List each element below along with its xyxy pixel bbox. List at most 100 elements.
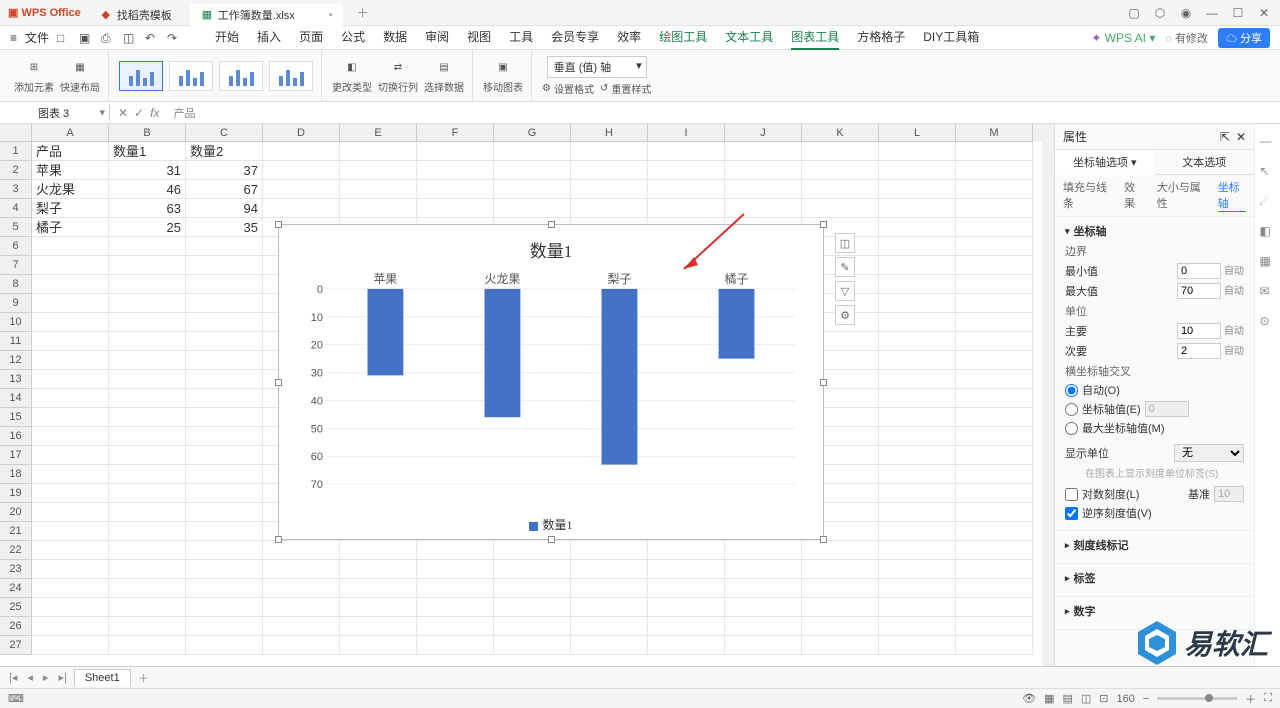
cell[interactable] bbox=[417, 560, 494, 579]
cell[interactable] bbox=[32, 351, 109, 370]
cell[interactable]: 火龙果 bbox=[32, 180, 109, 199]
cell[interactable]: 25 bbox=[109, 218, 186, 237]
cell[interactable] bbox=[648, 199, 725, 218]
check-log[interactable]: 对数刻度(L) 基准 bbox=[1065, 486, 1244, 502]
col-header[interactable]: M bbox=[956, 124, 1033, 142]
cell[interactable] bbox=[802, 560, 879, 579]
cell[interactable] bbox=[186, 370, 263, 389]
cell[interactable] bbox=[956, 370, 1033, 389]
cell[interactable] bbox=[32, 389, 109, 408]
cell[interactable] bbox=[956, 598, 1033, 617]
cell[interactable] bbox=[879, 199, 956, 218]
cell[interactable] bbox=[648, 142, 725, 161]
prop-subtab-3[interactable]: 坐标轴 bbox=[1218, 179, 1246, 212]
section-numbers[interactable]: 数字 bbox=[1065, 603, 1244, 619]
chart-style-2[interactable] bbox=[169, 61, 213, 91]
cell[interactable] bbox=[571, 598, 648, 617]
cell[interactable] bbox=[879, 389, 956, 408]
col-header[interactable]: H bbox=[571, 124, 648, 142]
col-header[interactable]: K bbox=[802, 124, 879, 142]
menu-tab-4[interactable]: 数据 bbox=[383, 25, 407, 50]
print-icon[interactable]: ⎙ bbox=[101, 31, 115, 45]
cell[interactable] bbox=[186, 579, 263, 598]
cell[interactable] bbox=[956, 560, 1033, 579]
cell[interactable] bbox=[879, 275, 956, 294]
cell[interactable] bbox=[725, 560, 802, 579]
wps-ai-button[interactable]: ✦ WPS AI ▾ bbox=[1091, 31, 1155, 45]
row-header[interactable]: 16 bbox=[0, 427, 32, 446]
cell[interactable] bbox=[879, 560, 956, 579]
cell[interactable] bbox=[879, 465, 956, 484]
cell[interactable] bbox=[956, 446, 1033, 465]
cell[interactable] bbox=[879, 579, 956, 598]
cell[interactable] bbox=[340, 617, 417, 636]
cell[interactable] bbox=[494, 636, 571, 655]
cell[interactable] bbox=[879, 313, 956, 332]
cell[interactable] bbox=[725, 541, 802, 560]
cell[interactable] bbox=[494, 180, 571, 199]
chart-style-4[interactable] bbox=[269, 61, 313, 91]
tab-workbook[interactable]: ▦ 工作簿数量.xlsx • bbox=[190, 4, 343, 26]
formula-input[interactable]: 产品 bbox=[167, 105, 1280, 121]
cell[interactable] bbox=[340, 142, 417, 161]
display-unit-select[interactable]: 无 bbox=[1174, 444, 1244, 462]
cell[interactable] bbox=[109, 598, 186, 617]
cell[interactable] bbox=[879, 446, 956, 465]
cell[interactable] bbox=[956, 465, 1033, 484]
cell[interactable] bbox=[263, 199, 340, 218]
cell[interactable] bbox=[571, 636, 648, 655]
row-header[interactable]: 7 bbox=[0, 256, 32, 275]
cell[interactable] bbox=[109, 579, 186, 598]
cell[interactable] bbox=[32, 503, 109, 522]
row-header[interactable]: 19 bbox=[0, 484, 32, 503]
row-header[interactable]: 1 bbox=[0, 142, 32, 161]
cell[interactable] bbox=[186, 332, 263, 351]
save-icon[interactable]: ▣ bbox=[79, 31, 93, 45]
cell[interactable] bbox=[186, 446, 263, 465]
minor-input[interactable] bbox=[1177, 343, 1221, 359]
cell[interactable] bbox=[109, 256, 186, 275]
cancel-fx-icon[interactable]: ✕ bbox=[118, 106, 128, 120]
cell[interactable] bbox=[802, 199, 879, 218]
view-eye-icon[interactable]: 👁 bbox=[1022, 692, 1036, 705]
sheet-last-icon[interactable]: ▸| bbox=[55, 671, 69, 684]
cell[interactable]: 梨子 bbox=[32, 199, 109, 218]
col-header[interactable]: L bbox=[879, 124, 956, 142]
cell[interactable] bbox=[417, 598, 494, 617]
cell[interactable] bbox=[494, 541, 571, 560]
cell[interactable] bbox=[879, 484, 956, 503]
row-header[interactable]: 26 bbox=[0, 617, 32, 636]
cell[interactable] bbox=[32, 522, 109, 541]
check-fx-icon[interactable]: ✓ bbox=[134, 106, 144, 120]
cell[interactable] bbox=[263, 142, 340, 161]
row-header[interactable]: 24 bbox=[0, 579, 32, 598]
cell[interactable] bbox=[340, 579, 417, 598]
cell[interactable] bbox=[417, 142, 494, 161]
cell[interactable] bbox=[648, 579, 725, 598]
cell[interactable] bbox=[802, 541, 879, 560]
cell[interactable] bbox=[802, 180, 879, 199]
row-header[interactable]: 21 bbox=[0, 522, 32, 541]
row-header[interactable]: 13 bbox=[0, 370, 32, 389]
sheet-prev-icon[interactable]: ◂ bbox=[24, 671, 36, 684]
cell[interactable] bbox=[956, 389, 1033, 408]
cell[interactable] bbox=[109, 522, 186, 541]
name-box[interactable]: 图表 3▾ bbox=[0, 105, 110, 121]
cell[interactable]: 橘子 bbox=[32, 218, 109, 237]
sheet-next-icon[interactable]: ▸ bbox=[40, 671, 52, 684]
cell[interactable] bbox=[32, 313, 109, 332]
cell[interactable] bbox=[494, 617, 571, 636]
cell[interactable] bbox=[956, 522, 1033, 541]
cell[interactable] bbox=[109, 275, 186, 294]
cell[interactable] bbox=[186, 256, 263, 275]
chart-elements-button[interactable]: ◫ bbox=[835, 233, 855, 253]
row-header[interactable]: 14 bbox=[0, 389, 32, 408]
cell[interactable] bbox=[879, 218, 956, 237]
cell[interactable] bbox=[725, 142, 802, 161]
row-header[interactable]: 9 bbox=[0, 294, 32, 313]
vt-minus-icon[interactable]: — bbox=[1260, 134, 1276, 150]
row-header[interactable]: 20 bbox=[0, 503, 32, 522]
vt-layers-icon[interactable]: ◧ bbox=[1260, 224, 1276, 240]
cell[interactable] bbox=[956, 351, 1033, 370]
cell[interactable] bbox=[109, 370, 186, 389]
